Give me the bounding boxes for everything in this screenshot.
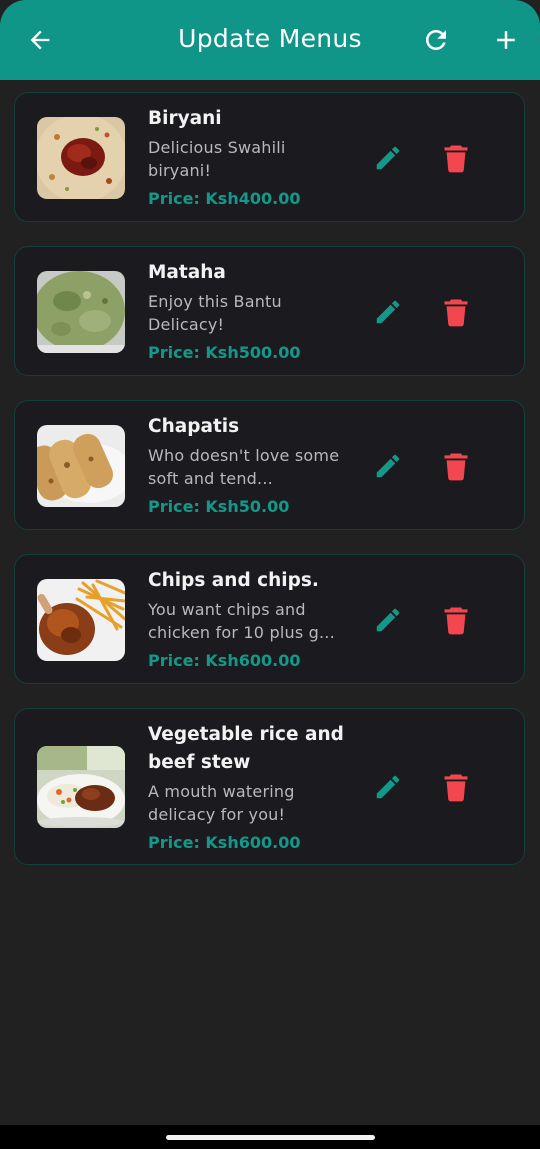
- menu-price: Price: Ksh500.00: [148, 343, 301, 362]
- home-indicator[interactable]: [166, 1135, 375, 1140]
- menu-image-biryani: [37, 117, 125, 199]
- menu-card: Chips and chips. You want chips and chic…: [14, 554, 525, 684]
- edit-button[interactable]: [368, 446, 408, 486]
- menu-image-chips-and-chicken: [37, 579, 125, 661]
- menu-info: Mataha Enjoy this Bantu Delicacy! Price:…: [148, 259, 348, 363]
- menu-description: Who doesn't love some soft and tend...: [148, 446, 340, 488]
- menu-info: Vegetable rice and beef stew A mouth wat…: [148, 721, 348, 853]
- menu-name: Chapatis: [148, 416, 240, 437]
- page-title: Update Menus: [178, 24, 362, 53]
- edit-button[interactable]: [368, 767, 408, 807]
- menu-name: Biryani: [148, 108, 222, 129]
- pencil-icon: [376, 775, 400, 799]
- menu-name: Vegetable rice and beef stew: [148, 724, 344, 773]
- edit-button[interactable]: [368, 138, 408, 178]
- system-navigation-bar: [0, 1125, 540, 1149]
- pencil-icon: [376, 146, 400, 170]
- menu-card: Chapatis Who doesn't love some soft and …: [14, 400, 525, 530]
- menu-info: Biryani Delicious Swahili biryani! Price…: [148, 105, 348, 209]
- menu-name: Chips and chips.: [148, 570, 319, 591]
- delete-button[interactable]: [436, 138, 476, 178]
- menu-image-vegetable-rice-beef-stew: [37, 746, 125, 828]
- delete-button[interactable]: [436, 446, 476, 486]
- menu-description: Enjoy this Bantu Delicacy!: [148, 292, 282, 334]
- menu-info: Chapatis Who doesn't love some soft and …: [148, 413, 348, 517]
- edit-button[interactable]: [368, 600, 408, 640]
- pencil-icon: [376, 454, 400, 478]
- app-bar: Update Menus: [0, 0, 540, 80]
- menu-name: Mataha: [148, 262, 226, 283]
- refresh-icon: [426, 30, 446, 50]
- menu-description: Delicious Swahili biryani!: [148, 138, 286, 180]
- pencil-icon: [376, 608, 400, 632]
- trash-icon: [444, 607, 468, 635]
- menu-description: You want chips and chicken for 10 plus g…: [148, 600, 335, 642]
- trash-icon: [444, 453, 468, 481]
- menu-price: Price: Ksh600.00: [148, 651, 301, 670]
- delete-button[interactable]: [436, 600, 476, 640]
- menu-price: Price: Ksh600.00: [148, 833, 301, 852]
- menu-description: A mouth watering delicacy for you!: [148, 782, 295, 824]
- menu-card: Mataha Enjoy this Bantu Delicacy! Price:…: [14, 246, 525, 376]
- delete-button[interactable]: [436, 767, 476, 807]
- menu-card: Vegetable rice and beef stew A mouth wat…: [14, 708, 525, 865]
- add-menu-button[interactable]: [486, 20, 526, 60]
- trash-icon: [444, 145, 468, 173]
- pencil-icon: [376, 300, 400, 324]
- menu-card: Biryani Delicious Swahili biryani! Price…: [14, 92, 525, 222]
- menu-price: Price: Ksh50.00: [148, 497, 290, 516]
- menu-list: Biryani Delicious Swahili biryani! Price…: [14, 92, 526, 889]
- refresh-button[interactable]: [416, 20, 456, 60]
- edit-button[interactable]: [368, 292, 408, 332]
- trash-icon: [444, 299, 468, 327]
- trash-icon: [444, 774, 468, 802]
- menu-price: Price: Ksh400.00: [148, 189, 301, 208]
- plus-icon: [497, 31, 515, 49]
- menu-image-mataha: [37, 271, 125, 353]
- menu-info: Chips and chips. You want chips and chic…: [148, 567, 348, 671]
- menu-image-chapatis: [37, 425, 125, 507]
- delete-button[interactable]: [436, 292, 476, 332]
